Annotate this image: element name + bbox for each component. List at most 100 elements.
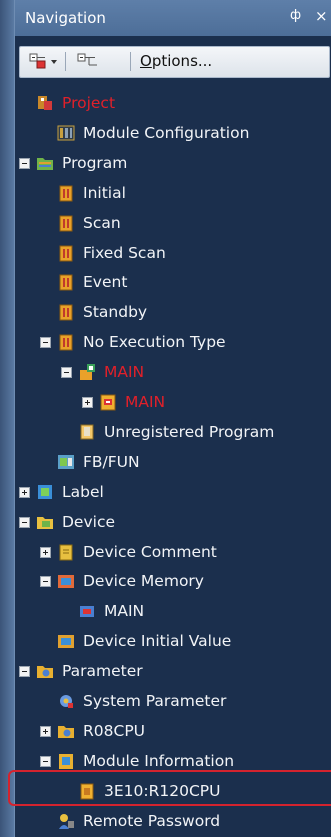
navigation-panel: Navigation ф × Options... Project Module… [8,0,331,837]
options-label: ptions... [151,52,213,70]
device-memory-file-icon [80,606,94,618]
tree-item-label: No Execution Type [83,333,226,352]
close-icon[interactable]: × [315,7,328,25]
expand-icon[interactable] [40,725,51,737]
tree-item-label: Module Configuration [83,123,250,142]
tree-item[interactable]: Device Comment [15,538,331,567]
tree-item-label: Event [83,273,128,292]
module-configuration-icon [57,125,75,141]
tree-view-icon [77,53,97,66]
options-button[interactable]: Options... [140,52,212,70]
tree-item[interactable]: Module Information [15,747,331,776]
ladder-program-icon [100,394,116,411]
tree-item[interactable]: Unregistered Program [15,418,331,447]
cpu-parameter-icon [58,725,74,738]
tree-item[interactable]: Project [15,89,331,118]
tree-item[interactable]: No Execution Type [15,328,331,357]
tree-item[interactable]: FB/FUN [15,448,331,477]
tree-item-label: Scan [83,213,121,232]
navigation-titlebar[interactable]: Navigation ф × [15,0,331,36]
options-mnemonic: O [140,52,152,70]
project-tree[interactable]: Project Module Configuration Program Initia… [8,84,331,837]
tree-item-label: MAIN [104,363,145,382]
tree-item[interactable]: Standby [15,298,331,327]
tree-item[interactable]: MAIN [15,388,331,417]
tree-item[interactable]: 3E10:R120CPU [15,777,331,806]
remote-password-icon [59,813,74,829]
collapse-icon[interactable] [19,516,30,528]
tree-expand-icon [29,53,57,69]
fb-fun-icon [58,454,74,469]
module-info-file-icon [80,783,94,800]
device-initial-value-icon [58,635,74,649]
parameter-folder-icon [37,666,53,679]
tree-item[interactable]: MAIN [15,358,331,387]
tree-item-label: MAIN [104,602,145,621]
tree-item-label: Project [62,94,116,112]
tree-item[interactable]: Module Configuration [15,119,331,148]
collapse-icon[interactable] [40,755,51,767]
tree-item-label: 3E10:R120CPU [104,781,221,800]
expand-collapse-dropdown-button[interactable] [28,51,62,72]
unregistered-program-icon [80,424,94,440]
module-information-icon [59,753,73,769]
tree-item[interactable]: Label [15,478,331,507]
collapse-icon[interactable] [40,576,51,588]
collapse-icon[interactable] [19,666,30,678]
tree-item-label: System Parameter [83,692,227,710]
tree-item[interactable]: Program [15,149,331,178]
tree-item-label: Device Initial Value [83,632,232,651]
tree-item-label: Parameter [62,662,143,681]
pin-icon[interactable]: ф [290,8,301,23]
tree-item[interactable]: Device [15,508,331,537]
expand-icon[interactable] [19,486,30,498]
tree-item-label: Fixed Scan [83,243,166,262]
tree-item-label: Device [62,512,116,531]
tree-item[interactable]: Scan [15,209,331,238]
collapse-icon[interactable] [61,367,72,379]
tree-item-label: Standby [83,303,148,322]
window-frame-edge [0,0,14,837]
tree-item-label: Device Comment [83,542,217,561]
tree-item-label: MAIN [125,393,166,411]
program-file-icon [59,245,73,261]
label-icon [38,484,52,499]
system-parameter-icon [60,695,73,708]
project-icon [38,96,52,110]
collapse-icon[interactable] [40,337,51,349]
collapse-icon[interactable] [19,157,30,169]
tree-item[interactable]: Device Memory [15,567,331,596]
tree-item-label: Label [62,482,104,501]
program-file-icon [59,334,73,351]
program-file-icon [59,215,73,232]
tree-item-label: R08CPU [83,721,146,740]
tree-item[interactable]: R08CPU [15,717,331,746]
tree-item[interactable]: System Parameter [15,687,331,716]
tree-item[interactable]: Event [15,268,331,297]
tree-item[interactable]: Parameter [15,657,331,686]
tree-item[interactable]: Device Initial Value [15,627,331,656]
tree-item-label: Initial [83,183,126,202]
tree-item[interactable]: Fixed Scan [15,239,331,268]
program-folder-icon [37,157,53,170]
expand-icon[interactable] [40,546,51,558]
program-file-icon [59,185,73,202]
expand-icon[interactable] [82,397,93,408]
display-mode-button[interactable] [75,51,101,72]
tree-item-label: Program [62,153,128,172]
tree-item-label: Device Memory [83,572,204,591]
toolbar-separator [130,52,131,71]
device-folder-icon [37,516,53,529]
tree-item-label: Remote Password [83,811,221,830]
device-comment-icon [59,544,73,560]
device-memory-icon [58,575,74,589]
tree-item-label: Unregistered Program [104,422,275,441]
tree-item[interactable]: Remote Password [15,807,331,836]
toolbar-separator [65,52,66,71]
navigation-toolbar: Options... [19,46,330,78]
tree-item-label: FB/FUN [83,452,140,471]
tree-item-label: Module Information [83,751,235,770]
tree-item[interactable]: MAIN [15,597,331,626]
program-file-icon [59,304,73,321]
tree-item[interactable]: Initial [15,179,331,208]
